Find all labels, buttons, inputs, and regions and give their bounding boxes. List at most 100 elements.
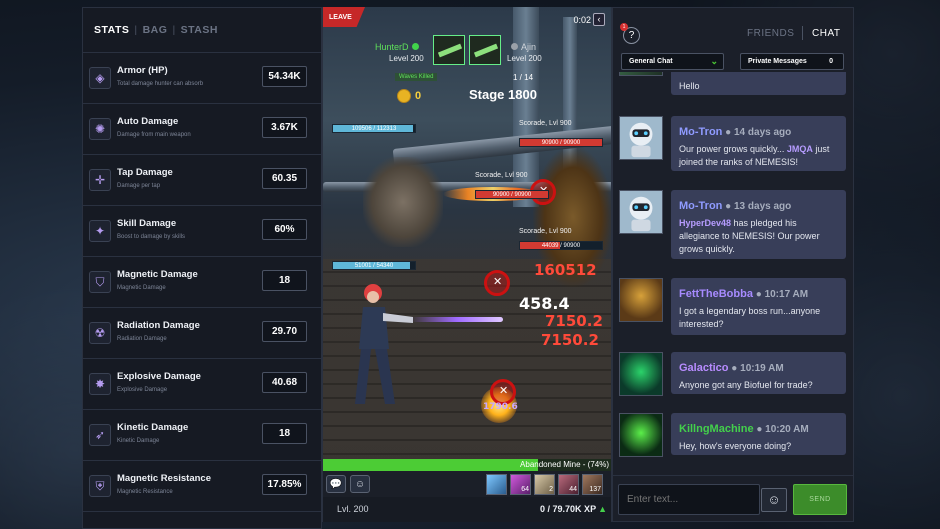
chat-message: Mo-Tron ● 13 days ago HyperDev48 has ple… [671, 190, 846, 259]
user-avatar[interactable] [619, 278, 663, 322]
skill-slot[interactable]: 44 [558, 474, 579, 495]
stat-row[interactable]: ⛉ Magnetic Damage Magnetic Damage 18 [83, 256, 321, 307]
private-messages-button[interactable]: Private Messages 0 [740, 53, 844, 70]
enemy-name: Scorade, Lvl 900 [475, 172, 528, 179]
message-time: 10:17 AM [764, 289, 809, 300]
message-username[interactable]: Mo-Tron [679, 200, 722, 212]
xp-label: 0 / 79.70K XP ▲ [540, 504, 607, 514]
damage-number: 7150.2 [541, 331, 599, 349]
coin-icon [397, 89, 411, 103]
emote-icon[interactable]: ☺ [350, 475, 370, 493]
weapon-slot[interactable] [469, 35, 501, 65]
stat-value: 40.68 [262, 372, 307, 393]
damage-number: 458.4 [519, 294, 570, 313]
stat-value: 18 [262, 423, 307, 444]
message-time: 13 days ago [734, 201, 792, 212]
ally-status-icon [511, 43, 518, 50]
player-level: Level 200 [389, 54, 424, 63]
stat-description: Explosive Damage [117, 387, 168, 393]
tab-bag[interactable]: BAG [138, 24, 173, 36]
user-avatar[interactable] [619, 352, 663, 396]
stat-description: Magnetic Resistance [117, 489, 173, 495]
stat-name: Explosive Damage [117, 371, 201, 382]
tab-friends[interactable]: FRIENDS [747, 28, 794, 39]
skill-slot[interactable]: 137 [582, 474, 603, 495]
user-mention[interactable]: JMQA [787, 144, 813, 154]
user-avatar[interactable] [619, 413, 663, 457]
channel-dropdown[interactable]: General Chat ⌄ [621, 53, 724, 70]
stat-row[interactable]: ✛ Tap Damage Damage per tap 60.35 [83, 154, 321, 205]
damage-number: 160512 [534, 261, 597, 279]
coin-count: 0 [415, 90, 422, 102]
message-username[interactable]: Mo-Tron [679, 126, 722, 138]
user-avatar[interactable] [619, 116, 663, 160]
tab-chat[interactable]: CHAT [812, 28, 840, 39]
ally-level: Level 200 [507, 54, 542, 63]
skill-bar: 💬 ☺ 64 2 44 137 [323, 471, 611, 497]
stat-name: Skill Damage [117, 218, 177, 229]
stat-row[interactable]: ⛨ Magnetic Resistance Magnetic Resistance 1… [83, 460, 321, 511]
user-avatar[interactable] [619, 72, 663, 76]
location-progress-bar: Abandoned Mine - (74%) [323, 459, 611, 471]
stat-name: Kinetic Damage [117, 422, 189, 433]
stat-value: 3.67K [262, 117, 307, 138]
stat-row[interactable]: ✦ Skill Damage Boost to damage by skills 60… [83, 205, 321, 256]
stat-name: Radiation Damage [117, 320, 200, 331]
ally-hp-bar: 51001 / 54340 [332, 261, 416, 270]
tab-stash[interactable]: STASH [176, 24, 223, 36]
armor-icon: ◈ [89, 67, 111, 89]
stat-row-divider [83, 511, 321, 529]
mech-enemy[interactable] [363, 157, 443, 247]
stat-description: Radiation Damage [117, 336, 167, 342]
stat-description: Total damage hunter can absorb [117, 81, 204, 87]
message-time: 14 days ago [734, 127, 792, 138]
auto-damage-icon: ✺ [89, 118, 111, 140]
stat-description: Damage per tap [117, 183, 161, 189]
stat-description: Kinetic Damage [117, 438, 160, 444]
damage-number: 1790.6 [483, 402, 518, 412]
skill-slot[interactable]: 64 [510, 474, 531, 495]
skill-slot[interactable] [486, 474, 507, 495]
message-username[interactable]: KillngMachine [679, 423, 754, 435]
enemy-hp-bar: 44039 / 90900 [519, 241, 603, 250]
ally-name: Ajin [511, 42, 536, 52]
waves-killed-label: Waves Killed [395, 73, 438, 81]
message-username[interactable]: FettTheBobba [679, 288, 753, 300]
magnetic-damage-icon: ⛉ [89, 271, 111, 293]
skill-slot[interactable]: 2 [534, 474, 555, 495]
user-avatar[interactable] [619, 190, 663, 234]
stats-tabs: STATS | BAG | STASH [83, 8, 321, 52]
user-mention[interactable]: HyperDev48 [679, 218, 731, 228]
message-username[interactable]: Galactico [679, 362, 729, 374]
online-status-icon [411, 43, 419, 50]
match-timer: 0:02 [573, 15, 591, 25]
chevron-down-icon: ⌄ [710, 56, 718, 66]
stat-row[interactable]: ➶ Kinetic Damage Kinetic Damage 18 [83, 409, 321, 460]
chat-bubble-icon[interactable]: 💬 [326, 475, 346, 493]
stat-value: 17.85% [262, 474, 307, 495]
emoji-icon[interactable]: ☺ [761, 488, 787, 512]
chat-input-row: ☺ SEND [613, 475, 853, 521]
message-list[interactable]: Hello Mo-Tron ● 14 days ago Our power gr… [613, 72, 853, 470]
stat-row[interactable]: ◈ Armor (HP) Total damage hunter can absor… [83, 52, 321, 103]
weapon-slot[interactable] [433, 35, 465, 65]
stat-row[interactable]: ☢ Radiation Damage Radiation Damage 29.70 [83, 307, 321, 358]
game-view[interactable]: LEAVE 0:02 ‹ HunterD Level 200 Ajin Leve… [322, 7, 612, 522]
collapse-icon[interactable]: ‹ [593, 13, 605, 26]
player-name: HunterD [375, 42, 419, 52]
message-time: 10:19 AM [740, 363, 784, 374]
location-label: Abandoned Mine - (74%) [520, 460, 609, 469]
tab-stats[interactable]: STATS [89, 24, 134, 36]
send-button[interactable]: SEND [793, 484, 847, 515]
stat-row[interactable]: ✺ Auto Damage Damage from main weapon 3.67K [83, 103, 321, 154]
hunter-character [355, 284, 413, 404]
stat-value: 60.35 [262, 168, 307, 189]
stat-value: 29.70 [262, 321, 307, 342]
target-marker[interactable] [484, 270, 510, 296]
stat-name: Magnetic Damage [117, 269, 198, 280]
chat-message: KillngMachine ● 10:20 AM Hey, how's ever… [671, 413, 846, 455]
chat-text-input[interactable] [618, 484, 760, 515]
stat-row[interactable]: ✸ Explosive Damage Explosive Damage 40.68 [83, 358, 321, 409]
enemy-hp-bar: 90900 / 90900 [519, 138, 603, 147]
chat-message: Hello [671, 72, 846, 95]
